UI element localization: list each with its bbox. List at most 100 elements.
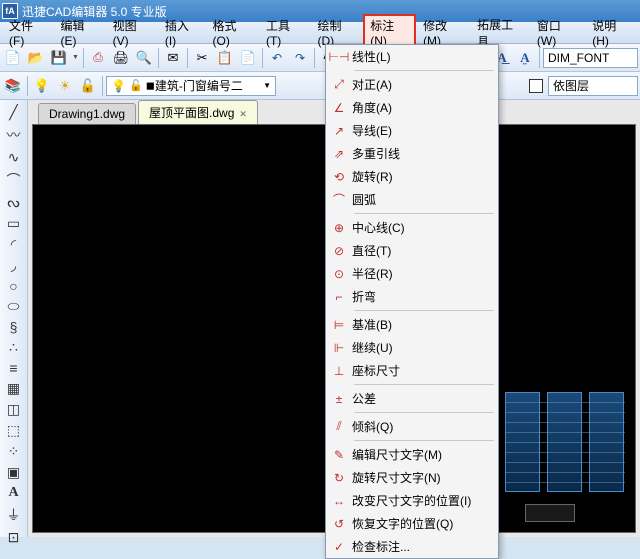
menu-view[interactable]: 视图(V)	[106, 14, 158, 51]
dim-rest-icon: ↺	[326, 517, 352, 531]
menu-item-label: 继续(U)	[352, 339, 490, 356]
dim-diam-icon: ⊘	[326, 244, 352, 258]
menu-item-dim-rot[interactable]: ↻旋转尺寸文字(N)	[326, 466, 498, 489]
left-toolbar: ╱ 〰 ∿ ⌒ ᔓ ▭ ◜ ◞ ○ ⬭ § ∴ ≡ ▦ ◫ ⬚ ⁘ ▣ A ⏚ …	[0, 100, 28, 537]
menu-item-dim-tol[interactable]: ±公差	[326, 387, 498, 410]
menu-help[interactable]: 说明(H)	[585, 14, 638, 51]
curve-icon[interactable]: ⌒	[4, 170, 24, 190]
menu-item-dim-base[interactable]: ⊨基准(B)	[326, 313, 498, 336]
ellipse-icon[interactable]: ⬭	[4, 298, 24, 315]
close-icon[interactable]: ✕	[239, 109, 247, 119]
menu-item-dim-edit[interactable]: ✎编辑尺寸文字(M)	[326, 443, 498, 466]
menu-item-label: 座标尺寸	[352, 362, 490, 379]
tab-drawing1[interactable]: Drawing1.dwg	[38, 103, 136, 124]
dim-cont-icon: ⊩	[326, 341, 352, 355]
cube-icon[interactable]: ▣	[4, 464, 24, 481]
dim-rotate-icon: ⟲	[326, 170, 352, 184]
menu-item-dim-cont[interactable]: ⊩继续(U)	[326, 336, 498, 359]
dim-edit-icon: ✎	[326, 448, 352, 462]
misc-icon[interactable]: ⊡	[4, 529, 24, 546]
menu-item-dim-radius[interactable]: ⊙半径(R)	[326, 262, 498, 285]
ground-icon[interactable]: ⏚	[4, 505, 24, 525]
tab-roof[interactable]: 屋顶平面图.dwg✕	[138, 100, 258, 124]
menu-item-dim-obl[interactable]: ⫽倾斜(Q)	[326, 415, 498, 438]
menu-item-label: 折弯	[352, 288, 490, 305]
region-icon[interactable]: ◫	[4, 401, 24, 418]
toolbar-2: 📚 💡 ☀ 🔓 💡 🔓 ◼ 建筑-门窗编号二 ▼ 依图层	[0, 72, 640, 100]
menu-item-dim-center[interactable]: ⊕中心线(C)	[326, 216, 498, 239]
menu-item-dim-angle[interactable]: ∠角度(A)	[326, 96, 498, 119]
dim-obl-icon: ⫽	[326, 419, 352, 434]
bylayer-combo[interactable]: 依图层	[548, 76, 638, 96]
sun-icon[interactable]: ☀	[54, 75, 76, 97]
menu-item-dim-rotate[interactable]: ⟲旋转(R)	[326, 165, 498, 188]
layer-bulb-icon: 💡	[111, 79, 126, 93]
menu-item-label: 圆弧	[352, 191, 490, 208]
dim-angle-icon: ∠	[326, 101, 352, 115]
menu-format[interactable]: 格式(O)	[206, 14, 259, 51]
circle-icon[interactable]: ○	[4, 278, 24, 294]
menu-item-dim-chk[interactable]: ✓检查标注...	[326, 535, 498, 558]
menu-insert[interactable]: 插入(I)	[158, 14, 206, 51]
dim-align-icon: ⤢	[326, 77, 352, 92]
dim-mleader-icon: ⇗	[326, 147, 352, 161]
lines-icon[interactable]: ≡	[4, 360, 24, 376]
menu-edit[interactable]: 编辑(E)	[54, 14, 106, 51]
dim-rot-icon: ↻	[326, 471, 352, 485]
spline-icon[interactable]: §	[4, 319, 24, 335]
menu-item-label: 旋转尺寸文字(N)	[352, 469, 490, 486]
color-swatch[interactable]	[525, 75, 547, 97]
menu-item-dim-jog[interactable]: ⌐折弯	[326, 285, 498, 308]
layer-combo[interactable]: 💡 🔓 ◼ 建筑-门窗编号二 ▼	[106, 76, 276, 96]
polyline-icon[interactable]: 〰	[4, 125, 24, 145]
menu-item-label: 对正(A)	[352, 76, 490, 93]
menu-item-dim-arc[interactable]: ⌒圆弧	[326, 188, 498, 211]
bulb-icon[interactable]: 💡	[31, 75, 53, 97]
menu-item-label: 旋转(R)	[352, 168, 490, 185]
menu-item-label: 半径(R)	[352, 265, 490, 282]
menu-file[interactable]: 文件(F)	[2, 14, 54, 51]
lock-icon[interactable]: 🔓	[77, 75, 99, 97]
dim-base-icon: ⊨	[326, 318, 352, 332]
dim-chk-icon: ✓	[326, 540, 352, 554]
menu-window[interactable]: 窗口(W)	[530, 14, 585, 51]
wave-icon[interactable]: ∿	[4, 149, 24, 166]
menu-item-dim-leader[interactable]: ↗导线(E)	[326, 119, 498, 142]
menu-item-dim-rest[interactable]: ↺恢复文字的位置(Q)	[326, 512, 498, 535]
menu-item-dim-linear[interactable]: ⊢⊣线性(L)	[326, 45, 498, 68]
line-icon[interactable]: ╱	[4, 104, 24, 121]
dim-jog-icon: ⌐	[326, 290, 352, 304]
text-tool-icon[interactable]: A	[4, 485, 24, 501]
dim-radius-icon: ⊙	[326, 267, 352, 281]
dots-icon[interactable]: ⁘	[4, 443, 24, 460]
menu-item-dim-ord[interactable]: ⊥座标尺寸	[326, 359, 498, 382]
menu-item-label: 改变尺寸文字的位置(I)	[352, 492, 490, 509]
hatch-icon[interactable]: ▦	[4, 380, 24, 397]
menu-item-dim-mleader[interactable]: ⇗多重引线	[326, 142, 498, 165]
menu-item-dim-diam[interactable]: ⊘直径(T)	[326, 239, 498, 262]
menu-item-label: 编辑尺寸文字(M)	[352, 446, 490, 463]
layers-icon[interactable]: 📚	[2, 75, 24, 97]
arc-icon[interactable]: ◜	[4, 236, 24, 253]
freehand-icon[interactable]: ᔓ	[4, 194, 24, 211]
dim-ord-icon: ⊥	[326, 364, 352, 378]
dim-pos-icon: ↔	[326, 494, 352, 508]
menu-item-label: 中心线(C)	[352, 219, 490, 236]
menu-tools[interactable]: 工具(T)	[259, 14, 311, 51]
dim-linear-icon: ⊢⊣	[326, 50, 352, 64]
menubar: 文件(F) 编辑(E) 视图(V) 插入(I) 格式(O) 工具(T) 绘制(D…	[0, 22, 640, 44]
menu-item-label: 多重引线	[352, 145, 490, 162]
boundary-icon[interactable]: ⬚	[4, 422, 24, 439]
menu-item-label: 恢复文字的位置(Q)	[352, 515, 490, 532]
point-icon[interactable]: ∴	[4, 339, 24, 356]
dim-center-icon: ⊕	[326, 221, 352, 235]
menu-item-label: 公差	[352, 390, 490, 407]
menu-item-label: 线性(L)	[352, 48, 490, 65]
menu-item-label: 导线(E)	[352, 122, 490, 139]
dimension-menu: ⊢⊣线性(L)⤢对正(A)∠角度(A)↗导线(E)⇗多重引线⟲旋转(R)⌒圆弧⊕…	[325, 44, 499, 559]
menu-item-dim-align[interactable]: ⤢对正(A)	[326, 73, 498, 96]
arc2-icon[interactable]: ◞	[4, 257, 24, 274]
dim-tol-icon: ±	[326, 392, 352, 406]
dim-leader-icon: ↗	[326, 124, 352, 138]
box-icon[interactable]: ▭	[4, 215, 24, 232]
